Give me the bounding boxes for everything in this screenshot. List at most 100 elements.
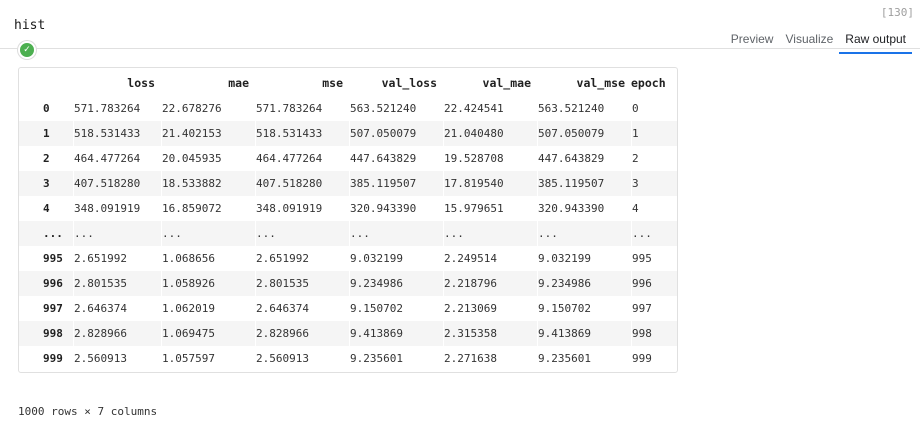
dataframe-table: loss mae mse val_loss val_mae val_mse ep…: [19, 70, 677, 371]
table-cell: 563.521240: [537, 96, 631, 121]
table-cell: 9.032199: [349, 246, 443, 271]
table-row: 4 348.091919 16.859072 348.091919 320.943390…: [19, 196, 677, 221]
table-cell: 9.234986: [537, 271, 631, 296]
column-header-val-mae: val_mae: [482, 76, 531, 90]
table-cell: 998: [631, 321, 677, 346]
table-cell: 1: [631, 121, 677, 146]
table-cell: 9.413869: [349, 321, 443, 346]
table-cell: 507.050079: [349, 121, 443, 146]
table-cell: 996: [631, 271, 677, 296]
row-index: 998: [19, 321, 73, 346]
table-cell: 320.943390: [349, 196, 443, 221]
column-header-val-mse: val_mse: [576, 76, 625, 90]
table-cell: 385.119507: [537, 171, 631, 196]
table-row: 2 464.477264 20.045935 464.477264 447.643829…: [19, 146, 677, 171]
table-cell: 999: [631, 346, 677, 371]
table-cell: 1.068656: [161, 246, 255, 271]
table-cell: 2.801535: [73, 271, 161, 296]
row-index: 996: [19, 271, 73, 296]
table-cell: 9.413869: [537, 321, 631, 346]
tab-visualize[interactable]: Visualize: [779, 29, 839, 54]
table-cell: 997: [631, 296, 677, 321]
table-cell: 9.234986: [349, 271, 443, 296]
table-cell: 2.560913: [73, 346, 161, 371]
table-cell: 348.091919: [73, 196, 161, 221]
table-row: 0 571.783264 22.678276 571.783264 563.521240…: [19, 96, 677, 121]
table-cell: 2.646374: [73, 296, 161, 321]
table-cell: ...: [631, 221, 677, 246]
table-cell: 21.040480: [443, 121, 537, 146]
tab-raw-output[interactable]: Raw output: [839, 29, 912, 54]
table-cell: 2.218796: [443, 271, 537, 296]
table-cell: 2.828966: [73, 321, 161, 346]
table-cell: 407.518280: [73, 171, 161, 196]
row-index: ...: [19, 221, 73, 246]
table-cell: 2.651992: [73, 246, 161, 271]
table-cell: 3: [631, 171, 677, 196]
table-cell: 518.531433: [255, 121, 349, 146]
table-cell: 571.783264: [255, 96, 349, 121]
table-cell: ...: [161, 221, 255, 246]
column-header-val-loss: val_loss: [381, 76, 437, 90]
table-row: 999 2.560913 1.057597 2.560913 9.235601 2.271…: [19, 346, 677, 371]
table-cell: ...: [255, 221, 349, 246]
column-header-loss: loss: [127, 76, 155, 90]
table-row: 995 2.651992 1.068656 2.651992 9.032199 2.249…: [19, 246, 677, 271]
row-index: 4: [43, 202, 50, 215]
table-cell: 1.057597: [161, 346, 255, 371]
cell-code[interactable]: hist: [14, 18, 45, 33]
table-cell: 2.651992: [255, 246, 349, 271]
table-cell: 2.646374: [255, 296, 349, 321]
table-cell: 19.528708: [443, 146, 537, 171]
table-row: 996 2.801535 1.058926 2.801535 9.234986 2.218…: [19, 271, 677, 296]
table-cell: 385.119507: [349, 171, 443, 196]
table-row: 1 518.531433 21.402153 518.531433 507.050079…: [19, 121, 677, 146]
table-row: 997 2.646374 1.062019 2.646374 9.150702 2.213…: [19, 296, 677, 321]
table-cell: 1.062019: [161, 296, 255, 321]
table-cell: 407.518280: [255, 171, 349, 196]
table-cell: 447.643829: [537, 146, 631, 171]
success-check-icon: ✓: [18, 41, 36, 59]
table-cell: ...: [443, 221, 537, 246]
table-cell: 2: [631, 146, 677, 171]
table-cell: 507.050079: [537, 121, 631, 146]
table-cell: 9.150702: [349, 296, 443, 321]
row-index: 0: [43, 102, 50, 115]
column-header-epoch: epoch: [631, 76, 666, 90]
table-cell: 22.424541: [443, 96, 537, 121]
table-cell: 995: [631, 246, 677, 271]
row-index: 995: [43, 252, 63, 265]
output-view-tabs: Preview Visualize Raw output: [725, 29, 912, 54]
row-index: 997: [43, 302, 63, 315]
table-cell: 2.315358: [443, 321, 537, 346]
tab-preview[interactable]: Preview: [725, 29, 780, 54]
row-index: 999: [43, 352, 63, 365]
table-cell: 9.032199: [537, 246, 631, 271]
table-cell: 22.678276: [161, 96, 255, 121]
table-cell: 2.249514: [443, 246, 537, 271]
table-cell: 18.533882: [161, 171, 255, 196]
table-cell: 1.058926: [161, 271, 255, 296]
table-cell: 464.477264: [255, 146, 349, 171]
dataframe-output: loss mae mse val_loss val_mae val_mse ep…: [18, 67, 678, 373]
table-cell: 447.643829: [349, 146, 443, 171]
table-cell: 21.402153: [161, 121, 255, 146]
table-row: 3 407.518280 18.533882 407.518280 385.119507…: [19, 171, 677, 196]
table-cell: 2.801535: [255, 271, 349, 296]
table-cell: ...: [73, 221, 161, 246]
table-cell: 15.979651: [443, 196, 537, 221]
table-cell: 20.045935: [161, 146, 255, 171]
table-cell: ...: [349, 221, 443, 246]
table-cell: 2.271638: [443, 346, 537, 371]
table-cell: 0: [631, 96, 677, 121]
table-cell: 4: [631, 196, 677, 221]
dataframe-shape: 1000 rows × 7 columns: [18, 405, 158, 418]
column-header-mse: mse: [322, 76, 343, 90]
row-index: 2: [43, 152, 50, 165]
table-cell: 2.213069: [443, 296, 537, 321]
row-index: 1: [19, 121, 73, 146]
table-row: ........................: [19, 221, 677, 246]
table-cell: 17.819540: [443, 171, 537, 196]
table-cell: 2.560913: [255, 346, 349, 371]
execution-count: [130]: [880, 6, 914, 19]
